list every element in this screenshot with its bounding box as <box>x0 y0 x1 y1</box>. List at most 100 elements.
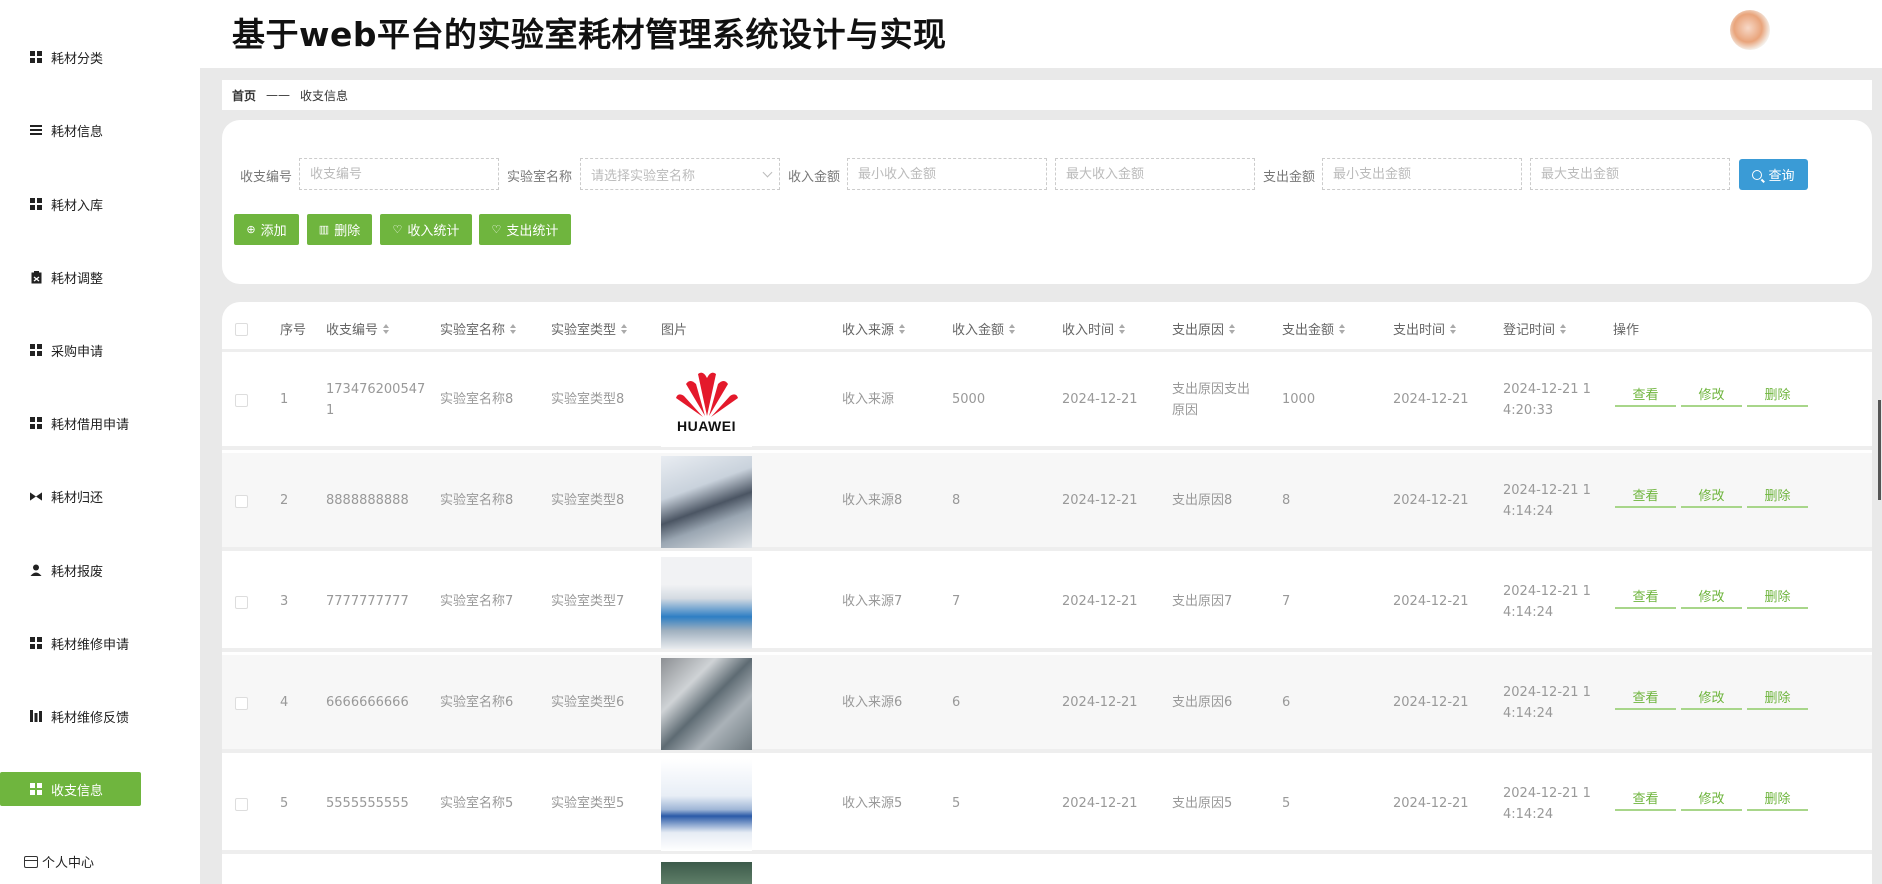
sidebar-item-repair-request[interactable]: 耗材维修申请 <box>0 626 160 660</box>
avatar[interactable] <box>1730 10 1770 50</box>
lab-image <box>661 557 752 649</box>
header-income-source[interactable]: 收入来源 <box>842 319 906 338</box>
breadcrumb-separator: —— <box>266 88 291 102</box>
header-income-amount[interactable]: 收入金额 <box>952 319 1016 338</box>
sort-icon <box>899 323 906 334</box>
clipboard-icon <box>30 270 42 283</box>
row-checkbox[interactable] <box>235 596 248 609</box>
sidebar-item-repair-feedback[interactable]: 耗材维修反馈 <box>0 699 160 733</box>
edit-button[interactable]: 修改 <box>1681 685 1742 710</box>
expense-max-input[interactable] <box>1530 158 1730 190</box>
header-lab-name[interactable]: 实验室名称 <box>440 319 517 338</box>
header-income-time[interactable]: 收入时间 <box>1062 319 1126 338</box>
delete-row-button[interactable]: 删除 <box>1747 483 1808 508</box>
cell-income-source: 收入来源5 <box>842 796 903 811</box>
edit-button[interactable]: 修改 <box>1681 483 1742 508</box>
cell-income-source: 收入来源7 <box>842 594 903 609</box>
search-panel: 收支编号 实验室名称 请选择实验室名称 收入金额 支出金额 查询 ⊕ 添加 ▥ … <box>222 120 1872 284</box>
header-register-time[interactable]: 登记时间 <box>1503 319 1567 338</box>
search-icon <box>1752 169 1763 180</box>
delete-row-button[interactable]: 删除 <box>1747 685 1808 710</box>
view-button[interactable]: 查看 <box>1615 786 1676 811</box>
sidebar-item-return[interactable]: 耗材归还 <box>0 479 160 513</box>
income-stats-button[interactable]: ♡ 收入统计 <box>380 214 472 245</box>
header-lab-type[interactable]: 实验室类型 <box>551 319 628 338</box>
view-button[interactable]: 查看 <box>1615 382 1676 407</box>
cell-income-amount: 7 <box>952 594 961 609</box>
cell-expense-amount: 1000 <box>1282 392 1316 407</box>
income-stats-label: 收入统计 <box>407 223 460 238</box>
view-button[interactable]: 查看 <box>1615 685 1676 710</box>
table-row: 5 5555555555 实验室名称5 实验室类型5 收入来源5 5 2024-12-21 支… <box>222 756 1872 854</box>
cell-income-amount: 5000 <box>952 392 986 407</box>
edit-button[interactable]: 修改 <box>1681 584 1742 609</box>
sort-icon <box>1450 323 1457 334</box>
edit-button[interactable]: 修改 <box>1681 786 1742 811</box>
cell-lab-type: 实验室类型7 <box>551 594 625 609</box>
row-checkbox[interactable] <box>235 495 248 508</box>
header: 基于web平台的实验室耗材管理系统设计与实现 <box>200 0 1882 68</box>
table-row: 3 7777777777 实验室名称7 实验室类型7 收入来源7 7 2024-12-21 支… <box>222 554 1872 652</box>
sidebar-item-purchase[interactable]: 采购申请 <box>0 333 160 367</box>
delete-button[interactable]: ▥ 删除 <box>307 214 372 245</box>
header-expense-amount[interactable]: 支出金额 <box>1282 319 1346 338</box>
delete-row-button[interactable]: 删除 <box>1747 584 1808 609</box>
sidebar-item-label: 耗材维修申请 <box>51 637 130 653</box>
sidebar: 耗材分类 耗材信息 耗材入库 耗材调整 采购申请 耗材借用申请 耗材归还 耗材报… <box>0 0 200 884</box>
view-button[interactable]: 查看 <box>1615 483 1676 508</box>
sidebar-item-stock-in[interactable]: 耗材入库 <box>0 187 160 221</box>
add-button-label: 添加 <box>260 223 287 238</box>
header-expense-time[interactable]: 支出时间 <box>1393 319 1457 338</box>
row-checkbox[interactable] <box>235 697 248 710</box>
sidebar-item-finance[interactable]: 收支信息 <box>0 772 141 806</box>
expense-min-input[interactable] <box>1322 158 1522 190</box>
page-scrollbar[interactable] <box>1878 400 1881 500</box>
expense-stats-button[interactable]: ♡ 支出统计 <box>479 214 571 245</box>
code-input[interactable] <box>299 158 499 190</box>
lab-select[interactable]: 请选择实验室名称 <box>580 158 780 190</box>
header-expense-reason[interactable]: 支出原因 <box>1172 319 1236 338</box>
sidebar-profile[interactable]: 个人中心 <box>24 852 94 871</box>
breadcrumb-home[interactable]: 首页 <box>232 87 256 104</box>
cell-expense-amount: 7 <box>1282 594 1291 609</box>
cell-code: 8888888888 <box>326 493 409 508</box>
grid-icon <box>30 51 42 63</box>
delete-row-button[interactable]: 删除 <box>1747 786 1808 811</box>
income-min-input[interactable] <box>847 158 1047 190</box>
sort-icon <box>621 323 628 334</box>
cell-register-time: 2024-12-21 1 4:14:24 <box>1503 786 1591 822</box>
cell-lab-name: 实验室名称5 <box>440 796 514 811</box>
cell-expense-reason: 支出原因支出 原因 <box>1172 382 1251 418</box>
sidebar-item-borrow[interactable]: 耗材借用申请 <box>0 406 160 440</box>
cell-income-time: 2024-12-21 <box>1062 392 1138 407</box>
sidebar-item-label: 收支信息 <box>51 783 104 799</box>
expense-label: 支出金额 <box>1263 170 1316 185</box>
query-button-label: 查询 <box>1768 168 1795 183</box>
delete-row-button[interactable]: 删除 <box>1747 382 1808 407</box>
lab-image <box>661 456 752 548</box>
chevron-down-icon <box>762 167 773 178</box>
table-row: 4 6666666666 实验室名称6 实验室类型6 收入来源6 6 2024-12-21 支… <box>222 655 1872 753</box>
select-all-checkbox[interactable] <box>235 323 248 336</box>
lab-image <box>661 658 752 750</box>
cell-index: 4 <box>280 695 289 710</box>
sidebar-item-category[interactable]: 耗材分类 <box>0 40 160 74</box>
sidebar-item-scrap[interactable]: 耗材报废 <box>0 553 160 587</box>
sidebar-item-info[interactable]: 耗材信息 <box>0 113 160 147</box>
row-checkbox[interactable] <box>235 394 248 407</box>
view-button[interactable]: 查看 <box>1615 584 1676 609</box>
profile-label: 个人中心 <box>42 856 95 871</box>
grid-icon <box>30 637 42 649</box>
sort-icon <box>1229 323 1236 334</box>
cell-expense-time: 2024-12-21 <box>1393 493 1469 508</box>
cell-expense-time: 2024-12-21 <box>1393 695 1469 710</box>
income-max-input[interactable] <box>1055 158 1255 190</box>
row-checkbox[interactable] <box>235 798 248 811</box>
query-button[interactable]: 查询 <box>1739 159 1808 190</box>
edit-button[interactable]: 修改 <box>1681 382 1742 407</box>
header-code[interactable]: 收支编号 <box>326 319 390 338</box>
add-button[interactable]: ⊕ 添加 <box>234 214 299 245</box>
cell-register-time: 2024-12-21 1 4:14:24 <box>1503 584 1591 620</box>
sidebar-item-adjust[interactable]: 耗材调整 <box>0 260 160 294</box>
cell-expense-amount: 5 <box>1282 796 1291 811</box>
